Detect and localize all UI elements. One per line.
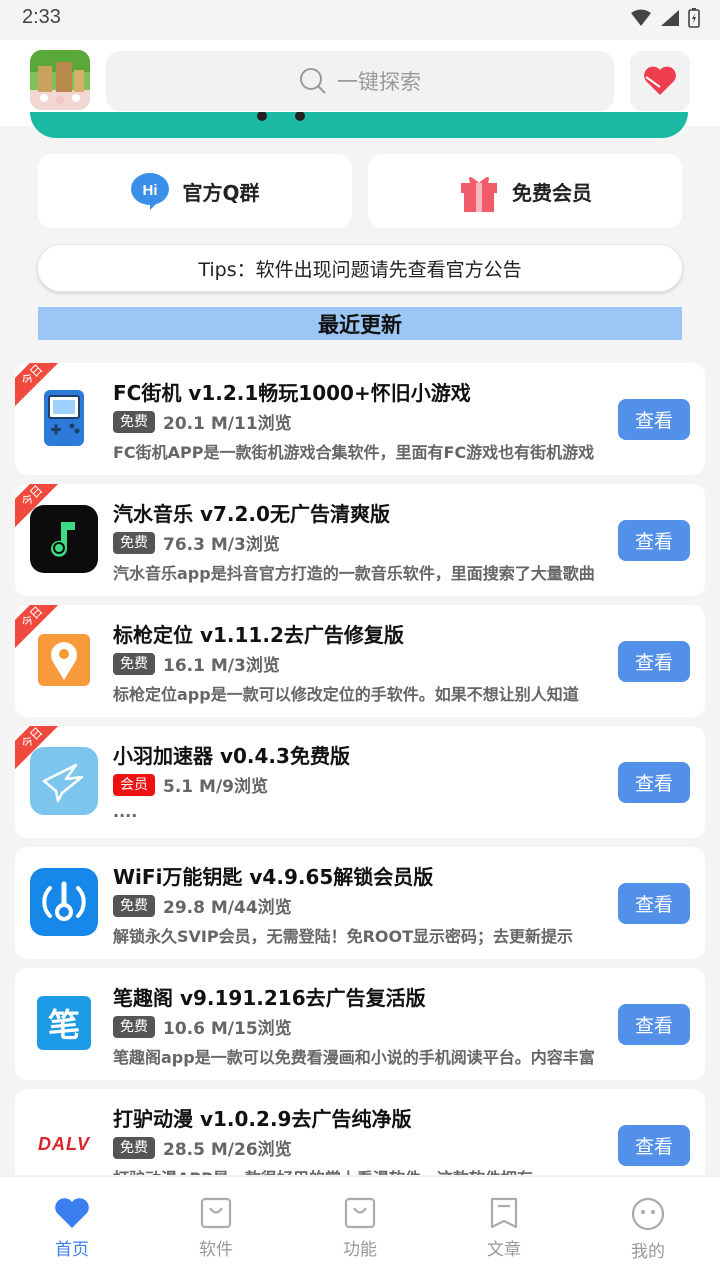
size-views: 76.3 M/3浏览 <box>163 535 280 555</box>
list-item[interactable]: 今日 汽水音乐 v7.2.0无广告清爽版 免费 76.3 M/3浏览 汽水音乐a… <box>15 484 705 596</box>
status-icons <box>630 8 700 28</box>
app-meta: 免费 16.1 M/3浏览 <box>113 651 280 676</box>
status-bar: 2:33 <box>0 0 720 40</box>
gameboy-icon <box>30 384 98 452</box>
hi-chat-icon: Hi <box>131 173 170 210</box>
app-meta: 免费 20.1 M/11浏览 <box>113 409 292 434</box>
nav-item-profile[interactable]: 我的 <box>576 1177 720 1280</box>
vip-badge: 会员 <box>113 773 155 796</box>
list-item[interactable]: WiFi万能钥匙 v4.9.65解锁会员版 免费 29.8 M/44浏览 解锁永… <box>15 847 705 959</box>
list-item[interactable]: 今日 标枪定位 v1.11.2去广告修复版 免费 16.1 M/3浏览 标枪定位… <box>15 605 705 717</box>
bag-icon <box>200 1197 232 1229</box>
heart-icon <box>644 66 676 95</box>
view-button[interactable]: 查看 <box>618 641 690 682</box>
app-title: 小羽加速器 v0.4.3免费版 <box>113 744 350 768</box>
search-box[interactable]: 一键探索 <box>106 51 614 111</box>
nav-item-software[interactable]: 软件 <box>144 1177 288 1280</box>
dalv-logo-icon: DALV <box>37 1133 90 1154</box>
size-views: 20.1 M/11浏览 <box>163 414 292 434</box>
app-meta: 免费 29.8 M/44浏览 <box>113 893 292 918</box>
nav-item-home[interactable]: 首页 <box>0 1177 144 1280</box>
nav-label: 首页 <box>55 1240 89 1260</box>
app-title: 打驴动漫 v1.0.2.9去广告纯净版 <box>113 1107 412 1131</box>
price-badge: 免费 <box>113 531 155 554</box>
view-button[interactable]: 查看 <box>618 520 690 561</box>
nav-label: 功能 <box>343 1240 377 1260</box>
bag-icon <box>344 1197 376 1229</box>
bird-icon <box>30 747 98 815</box>
quick-link-label: 官方Q群 <box>182 180 260 205</box>
nav-label: 软件 <box>199 1240 233 1260</box>
section-title: 最近更新 <box>38 307 682 340</box>
list-item[interactable]: 笔 笔趣阁 v9.191.216去广告复活版 免费 10.6 M/15浏览 笔趣… <box>15 968 705 1080</box>
official-qq-group-button[interactable]: Hi 官方Q群 <box>38 154 352 228</box>
heart-icon <box>55 1198 89 1228</box>
app-description: FC街机APP是一款街机游戏合集软件，里面有FC游戏也有街机游戏 <box>113 443 595 462</box>
price-badge: 免费 <box>113 652 155 675</box>
gift-icon <box>461 177 497 212</box>
view-button[interactable]: 查看 <box>618 399 690 440</box>
battery-icon <box>688 8 700 28</box>
list-item[interactable]: 今日 FC街机 v1.2.1畅玩1000+怀旧小游戏 免费 20.1 M/11浏… <box>15 363 705 475</box>
nav-item-articles[interactable]: 文章 <box>432 1177 576 1280</box>
wifi-key-icon <box>30 868 98 936</box>
size-views: 28.5 M/26浏览 <box>163 1140 292 1160</box>
app-title: 汽水音乐 v7.2.0无广告清爽版 <box>113 502 390 526</box>
app-description: 解锁永久SVIP会员，无需登陆！免ROOT显示密码；去更新提示 <box>113 927 574 946</box>
list-item[interactable]: DALV 打驴动漫 v1.0.2.9去广告纯净版 免费 28.5 M/26浏览 … <box>15 1089 705 1175</box>
app-meta: 免费 28.5 M/26浏览 <box>113 1135 292 1160</box>
price-badge: 免费 <box>113 1136 155 1159</box>
app-meta: 免费 76.3 M/3浏览 <box>113 530 280 555</box>
favorite-button[interactable] <box>630 51 690 111</box>
app-logo[interactable] <box>30 50 90 110</box>
quick-link-label: 免费会员 <box>512 180 592 205</box>
status-time: 2:33 <box>22 6 61 28</box>
bi-character-icon: 笔 <box>30 989 98 1057</box>
banner-carousel[interactable] <box>30 112 688 138</box>
app-meta: 会员 5.1 M/9浏览 <box>113 772 268 797</box>
app-description: 汽水音乐app是抖音官方打造的一款音乐软件，里面搜索了大量歌曲 <box>113 564 595 583</box>
price-badge: 免费 <box>113 894 155 917</box>
app-description: 笔趣阁app是一款可以免费看漫画和小说的手机阅读平台。内容丰富 <box>113 1048 595 1067</box>
search-placeholder: 一键探索 <box>337 70 421 94</box>
app-description: 打驴动漫APP是一款很好用的掌上看漫软件，这款软件拥有 <box>113 1165 603 1175</box>
nav-label: 我的 <box>631 1242 665 1262</box>
price-badge: 免费 <box>113 410 155 433</box>
music-note-icon <box>30 505 98 573</box>
search-icon <box>300 68 326 94</box>
app-title: 标枪定位 v1.11.2去广告修复版 <box>113 623 404 647</box>
bookmark-icon <box>490 1197 518 1229</box>
view-button[interactable]: 查看 <box>618 1004 690 1045</box>
view-button[interactable]: 查看 <box>618 1125 690 1166</box>
app-title: FC街机 v1.2.1畅玩1000+怀旧小游戏 <box>113 381 471 405</box>
size-views: 10.6 M/15浏览 <box>163 1019 292 1039</box>
bottom-navigation: 首页 软件 功能 文章 我的 <box>0 1176 720 1280</box>
smiley-icon <box>631 1197 665 1231</box>
location-pin-icon <box>30 626 98 694</box>
list-item[interactable]: 今日 小羽加速器 v0.4.3免费版 会员 5.1 M/9浏览 .... 查看 <box>15 726 705 838</box>
view-button[interactable]: 查看 <box>618 762 690 803</box>
app-list: 今日 FC街机 v1.2.1畅玩1000+怀旧小游戏 免费 20.1 M/11浏… <box>15 363 705 1175</box>
wifi-signal-icon <box>631 9 651 26</box>
app-description: 标枪定位app是一款可以修改定位的手软件。如果不想让别人知道 <box>113 685 579 704</box>
app-meta: 免费 10.6 M/15浏览 <box>113 1014 292 1039</box>
size-views: 29.8 M/44浏览 <box>163 898 292 918</box>
view-button[interactable]: 查看 <box>618 883 690 924</box>
nav-item-features[interactable]: 功能 <box>288 1177 432 1280</box>
nav-label: 文章 <box>487 1240 521 1260</box>
tips-notice[interactable]: Tips：软件出现问题请先查看官方公告 <box>37 244 683 292</box>
size-views: 16.1 M/3浏览 <box>163 656 280 676</box>
app-description: .... <box>113 802 138 821</box>
cell-signal-icon <box>661 10 679 26</box>
price-badge: 免费 <box>113 1015 155 1038</box>
free-vip-button[interactable]: 免费会员 <box>368 154 682 228</box>
svg-text:Hi: Hi <box>143 182 158 199</box>
app-title: WiFi万能钥匙 v4.9.65解锁会员版 <box>113 865 434 889</box>
size-views: 5.1 M/9浏览 <box>163 777 268 797</box>
app-title: 笔趣阁 v9.191.216去广告复活版 <box>113 986 426 1010</box>
